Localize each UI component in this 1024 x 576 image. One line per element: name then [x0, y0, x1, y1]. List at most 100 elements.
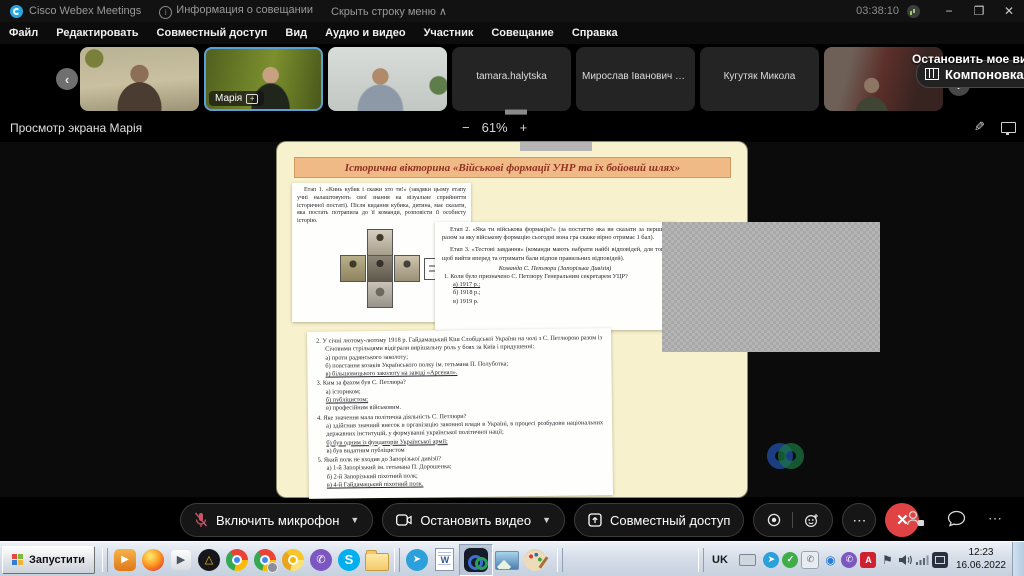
tray-app-icon[interactable] [932, 552, 948, 568]
menu-file[interactable]: Файл [0, 27, 47, 39]
shared-screen-area: Історична вікторина «Військові формації … [0, 142, 1024, 497]
zoom-controls: − 61% + [462, 120, 527, 135]
chat-icon[interactable] [947, 510, 966, 527]
telegram-icon[interactable]: ➤ [403, 546, 431, 574]
camera-icon [396, 514, 412, 526]
meeting-controls: Включить микрофон ▼ Остановить видео ▼ С… [0, 501, 1024, 541]
close-button[interactable]: ✕ [994, 0, 1024, 22]
tray-telegram-icon[interactable]: ➤ [763, 552, 779, 568]
annotate-icon[interactable]: ✎ [974, 119, 985, 135]
portrait-cell [367, 281, 393, 308]
aimp-icon[interactable]: △ [195, 546, 223, 574]
unmute-button[interactable]: Включить микрофон ▼ [180, 503, 373, 537]
viber-icon[interactable]: ✆ [307, 546, 335, 574]
photos-icon[interactable] [493, 546, 521, 574]
share-info-bar: Просмотр экрана Марія − 61% + ✎ [0, 115, 1024, 142]
participants-icon[interactable] [905, 509, 925, 527]
add-reaction-icon: + [246, 94, 258, 104]
tray-eye-icon[interactable]: ◉ [822, 552, 838, 568]
chevron-down-icon: ▼ [542, 515, 551, 525]
tray-action-center-flag-icon[interactable]: ⚑ [879, 552, 895, 568]
reactions-icon[interactable] [804, 513, 819, 528]
chrome-canary-icon[interactable] [279, 546, 307, 574]
video-tile-kugutiak[interactable]: Кугутяк Микола [700, 47, 819, 111]
more-options-button[interactable]: ⋯ [842, 503, 876, 537]
display-options-icon[interactable] [1001, 122, 1016, 133]
toolbar-grip[interactable] [557, 548, 563, 572]
meeting-info-button[interactable]: iИнформация о совещании [159, 4, 313, 19]
minimize-button[interactable]: − [934, 0, 964, 22]
meeting-timer: 03:38:10 [856, 5, 899, 17]
menu-help[interactable]: Справка [563, 27, 627, 39]
tray-network-icon[interactable] [915, 554, 929, 566]
menu-participant[interactable]: Участник [415, 27, 483, 39]
menu-share[interactable]: Совместный доступ [148, 27, 277, 39]
answer-1c: в) 1919 р. [435, 298, 675, 306]
menu-edit[interactable]: Редактировать [47, 27, 147, 39]
start-button[interactable]: Запустити [2, 546, 95, 574]
restore-button[interactable]: ❐ [964, 0, 994, 22]
video-tiles: Марія+ tamara.halytska Мирослав Іванович… [80, 47, 943, 111]
menu-audio-video[interactable]: Аудио и видео [316, 27, 414, 39]
stop-video-button[interactable]: Остановить видео ▼ [382, 503, 565, 537]
webex-app-icon [464, 548, 488, 572]
chrome-icon[interactable] [223, 546, 251, 574]
keyboard-layout-icon[interactable] [739, 554, 756, 566]
tray-red-app-icon[interactable]: A [860, 552, 876, 568]
language-indicator[interactable]: UK [707, 552, 733, 568]
titlebar: Cisco Webex Meetings iИнформация о совещ… [0, 0, 1024, 22]
tray-phone-link-icon[interactable]: ✆ [801, 551, 819, 569]
toolbar-grip[interactable] [102, 548, 108, 572]
webex-watermark-icon [763, 438, 807, 474]
media-player-icon[interactable]: ▶ [111, 546, 139, 574]
video-tile-myroslav[interactable]: Мирослав Іванович Га... [576, 47, 695, 111]
skype-icon[interactable]: S [335, 546, 363, 574]
kmplayer-icon[interactable]: ▶ [167, 546, 195, 574]
gray-placeholder-box [662, 222, 880, 352]
hide-menu-button[interactable]: Скрыть строку меню ∧ [331, 5, 447, 18]
document-tab [520, 142, 592, 151]
tray-clock[interactable]: 12:23 16.06.2022 [956, 547, 1006, 572]
connection-quality-icon[interactable] [907, 5, 920, 18]
video-tile-participant-1[interactable] [80, 47, 199, 111]
zoom-level: 61% [482, 120, 508, 135]
chrome-profile-icon[interactable] [251, 546, 279, 574]
team-caption: Команда С. Петлюри (Запорізька Дивізія) [435, 265, 675, 272]
zoom-in-button[interactable]: + [520, 120, 528, 135]
zoom-out-button[interactable]: − [462, 120, 470, 135]
portrait-cell [340, 255, 366, 282]
tray-grip [698, 548, 704, 572]
firefox-icon[interactable] [139, 546, 167, 574]
windows-logo-icon [12, 554, 24, 566]
divider [792, 512, 793, 528]
question-1: 1. Коли було призначено С. Петлюру Генер… [435, 272, 675, 281]
tray-viber-icon[interactable]: ✆ [841, 552, 857, 568]
video-tile-participant-3[interactable] [328, 47, 447, 111]
tray-volume-icon[interactable] [898, 554, 912, 566]
panel-more-icon[interactable]: ⋯ [988, 510, 1002, 527]
share-screen-icon [588, 513, 602, 527]
video-tile-tamara[interactable]: tamara.halytska [452, 47, 571, 111]
share-title: Просмотр экрана Марія [10, 121, 142, 135]
tray-antivirus-icon[interactable]: ✓ [782, 552, 798, 568]
share-content-button[interactable]: Совместный доступ [574, 503, 744, 537]
menu-view[interactable]: Вид [276, 27, 316, 39]
menu-meeting[interactable]: Совещание [482, 27, 562, 39]
webex-taskbar-button[interactable] [459, 544, 493, 576]
mic-muted-icon [194, 512, 208, 528]
video-tile-maria[interactable]: Марія+ [204, 47, 323, 111]
clock-time: 12:23 [956, 547, 1006, 560]
chevron-down-icon: ▼ [350, 515, 359, 525]
scroll-left-icon[interactable]: ‹ [56, 68, 78, 90]
stop-my-video-tooltip: Остановить мое видео [912, 52, 1024, 66]
show-desktop-button[interactable] [1012, 542, 1024, 576]
webex-window: Cisco Webex Meetings iИнформация о совещ… [0, 0, 1024, 576]
toolbar-grip[interactable] [394, 548, 400, 572]
video-filmstrip: ‹ Марія+ tamara.halytska Мирослав Іванов… [0, 44, 1024, 115]
word-document-icon[interactable]: W [431, 546, 459, 574]
file-manager-icon[interactable] [363, 546, 391, 574]
system-tray: UK ➤ ✓ ✆ ◉ ✆ A ⚑ 12:23 16.06.2022 [695, 542, 1024, 576]
record-icon[interactable] [767, 513, 781, 527]
document-title-banner: Історична вікторина «Військові формації … [294, 157, 731, 178]
paint-icon[interactable] [521, 546, 549, 574]
